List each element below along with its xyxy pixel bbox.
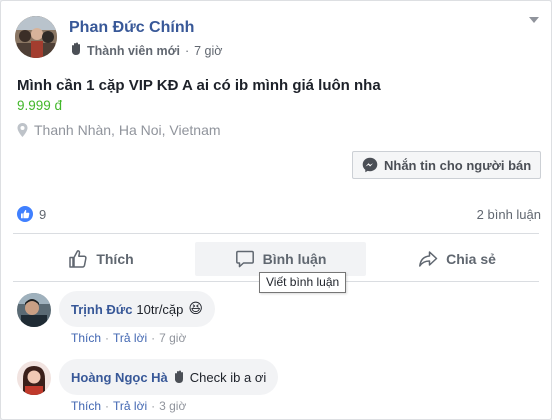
comment-time[interactable]: 7 giờ	[159, 331, 186, 345]
comment-like-link[interactable]: Thích	[71, 399, 101, 413]
message-seller-button[interactable]: Nhắn tin cho người bán	[352, 151, 541, 179]
waving-hand-icon	[172, 370, 186, 384]
comment-text: Check ib a ơi	[189, 369, 267, 385]
comment-bubble: Hoàng Ngọc Hà Check ib a ơi	[59, 359, 279, 395]
comment-author[interactable]: Hoàng Ngọc Hà	[71, 370, 168, 385]
post-meta: Thành viên mới · 7 giờ	[69, 42, 222, 59]
comment-like-link[interactable]: Thích	[71, 331, 101, 345]
marketplace-post-card: Phan Đức Chính Thành viên mới · 7 giờ Mì…	[0, 0, 552, 420]
message-seller-label: Nhắn tin cho người bán	[384, 157, 532, 173]
commenter-avatar[interactable]	[17, 293, 51, 327]
commenter-avatar[interactable]	[17, 361, 51, 395]
comment-count[interactable]: 2 bình luận	[477, 207, 541, 222]
comment-actions: Thích · Trả lời · 3 giờ	[71, 399, 187, 413]
comment-tooltip: Viết bình luận	[259, 272, 347, 293]
divider	[13, 233, 539, 234]
share-button[interactable]: Chia sẻ	[373, 242, 541, 276]
member-badge[interactable]: Thành viên mới	[87, 44, 180, 58]
comment-time[interactable]: 3 giờ	[159, 399, 186, 413]
like-reaction-icon[interactable]	[17, 206, 33, 222]
post-time[interactable]: 7 giờ	[194, 44, 222, 58]
comment-reply-link[interactable]: Trả lời	[113, 331, 147, 345]
author-avatar[interactable]	[15, 16, 57, 58]
comment-button[interactable]: Bình luận	[195, 242, 366, 276]
author-name[interactable]: Phan Đức Chính	[69, 19, 194, 37]
share-label: Chia sẻ	[446, 251, 496, 267]
listing-location: Thanh Nhàn, Ha Noi, Vietnam	[17, 122, 221, 138]
listing-title: Mình cần 1 cặp VIP KĐ A ai có ib mình gi…	[17, 77, 381, 94]
comment-author[interactable]: Trịnh Đức	[71, 302, 132, 317]
like-count[interactable]: 9	[39, 207, 46, 222]
comment-label: Bình luận	[262, 251, 327, 267]
comment-actions: Thích · Trả lời · 7 giờ	[71, 331, 187, 345]
comment-text: 10tr/cặp	[136, 301, 184, 317]
chevron-down-icon[interactable]	[527, 13, 541, 27]
thumbs-up-icon	[69, 250, 87, 268]
listing-price: 9.999 đ	[17, 98, 63, 113]
laughing-emoji-icon: 😆	[188, 301, 204, 317]
waving-hand-icon	[69, 42, 83, 59]
messenger-icon	[362, 157, 378, 173]
comment-icon	[235, 250, 254, 268]
like-label: Thích	[96, 251, 134, 267]
comment-bubble: Trịnh Đức 10tr/cặp 😆	[59, 291, 216, 327]
share-icon	[419, 251, 438, 267]
comment-reply-link[interactable]: Trả lời	[113, 399, 147, 413]
post-stats: 9 2 bình luận	[1, 201, 552, 227]
meta-separator: ·	[184, 43, 190, 58]
map-pin-icon	[17, 123, 28, 137]
like-button[interactable]: Thích	[13, 242, 189, 276]
location-text: Thanh Nhàn, Ha Noi, Vietnam	[34, 122, 221, 138]
